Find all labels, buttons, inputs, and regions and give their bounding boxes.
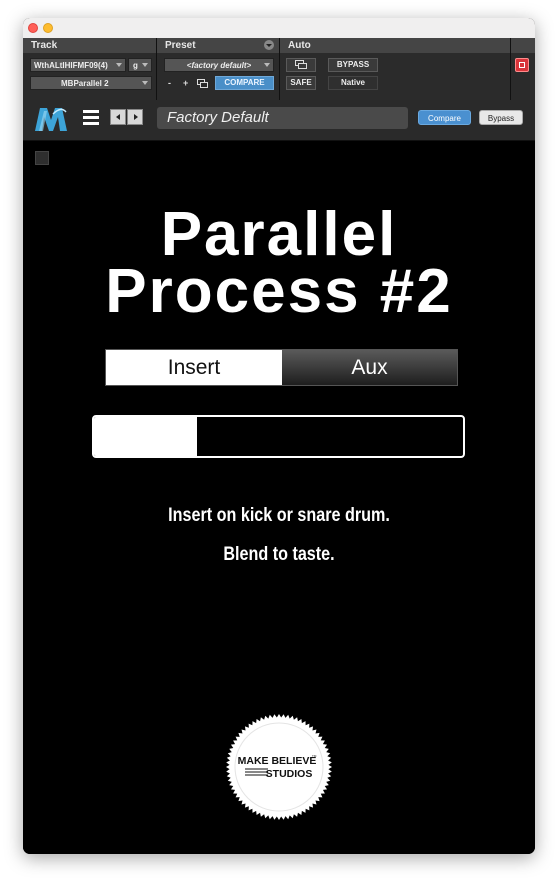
next-preset-button[interactable] xyxy=(127,109,143,125)
preset-plus-button[interactable]: + xyxy=(183,78,188,88)
close-window-button[interactable] xyxy=(28,23,38,33)
chevron-right-icon xyxy=(134,114,138,120)
track-selector[interactable]: WthALtIHIFMF09(4) xyxy=(30,58,126,72)
make-believe-logo-icon xyxy=(35,108,67,131)
title-bar xyxy=(23,18,535,39)
track-group: g xyxy=(133,61,138,70)
insert-mode-button[interactable]: Insert xyxy=(106,350,282,385)
preset-name: <factory default> xyxy=(186,61,252,70)
make-believe-studios-seal: MAKE BELIEVE TM STUDIOS xyxy=(226,714,332,820)
native-indicator: Native xyxy=(328,76,378,90)
auto-header: Auto xyxy=(280,38,510,53)
mode-toggle: Insert Aux xyxy=(105,349,458,386)
auto-window-button[interactable] xyxy=(286,58,316,72)
blend-slider-fill xyxy=(94,417,198,456)
preset-menu-icon[interactable] xyxy=(264,40,274,50)
aux-mode-button[interactable]: Aux xyxy=(282,350,457,385)
compare-button[interactable]: Compare xyxy=(418,110,471,125)
seal-trademark: TM xyxy=(312,754,317,758)
plugin-window: Track Preset Auto WthALtIHIFMF09(4) g MB… xyxy=(23,18,535,854)
bypass-button[interactable]: Bypass xyxy=(479,110,523,125)
seal-brand-line1: MAKE BELIEVE xyxy=(238,755,317,767)
chevron-down-icon xyxy=(264,63,270,67)
power-icon[interactable] xyxy=(515,58,529,72)
chevron-down-icon xyxy=(142,63,148,67)
track-name: WthALtIHIFMF09(4) xyxy=(34,61,108,70)
preset-header: Preset xyxy=(157,38,279,53)
window-icon xyxy=(295,60,307,69)
header-filler xyxy=(511,38,535,53)
divider xyxy=(510,38,511,100)
minimize-window-button[interactable] xyxy=(43,23,53,33)
description-line2: Blend to taste. xyxy=(223,544,335,565)
chevron-down-icon xyxy=(142,81,148,85)
previous-preset-button[interactable] xyxy=(110,109,126,125)
divider xyxy=(156,38,157,100)
menu-icon[interactable] xyxy=(83,110,99,126)
seal-brand-line2: STUDIOS xyxy=(266,768,313,780)
track-group-selector[interactable]: g xyxy=(128,58,152,72)
plugin-title-line1: Parallel xyxy=(160,200,398,269)
preset-minus-button[interactable]: - xyxy=(168,78,171,88)
insert-selector[interactable]: MBParallel 2 xyxy=(30,76,152,90)
resize-handle[interactable] xyxy=(35,151,49,165)
description-line1: Insert on kick or snare drum. xyxy=(168,505,390,526)
plugin-title-line2: Process #2 xyxy=(105,257,453,326)
preset-selector[interactable]: <factory default> xyxy=(164,58,274,72)
track-header: Track xyxy=(23,38,156,53)
blend-slider[interactable] xyxy=(92,415,465,458)
pt-bypass-button[interactable]: BYPASS xyxy=(328,58,378,72)
plugin-body: Parallel Process #2 Insert Aux Insert on… xyxy=(23,141,535,854)
safe-button[interactable]: SAFE xyxy=(286,76,316,90)
divider xyxy=(279,38,280,100)
chevron-left-icon xyxy=(116,114,120,120)
preset-display[interactable]: Factory Default xyxy=(157,107,408,129)
protools-header: Track Preset Auto WthALtIHIFMF09(4) g MB… xyxy=(23,38,535,100)
chevron-down-icon xyxy=(116,63,122,67)
copy-settings-icon[interactable] xyxy=(197,79,208,88)
plugin-toolbar: Factory Default Compare Bypass xyxy=(23,100,535,141)
insert-name: MBParallel 2 xyxy=(61,79,109,88)
pt-compare-button[interactable]: COMPARE xyxy=(215,76,274,90)
